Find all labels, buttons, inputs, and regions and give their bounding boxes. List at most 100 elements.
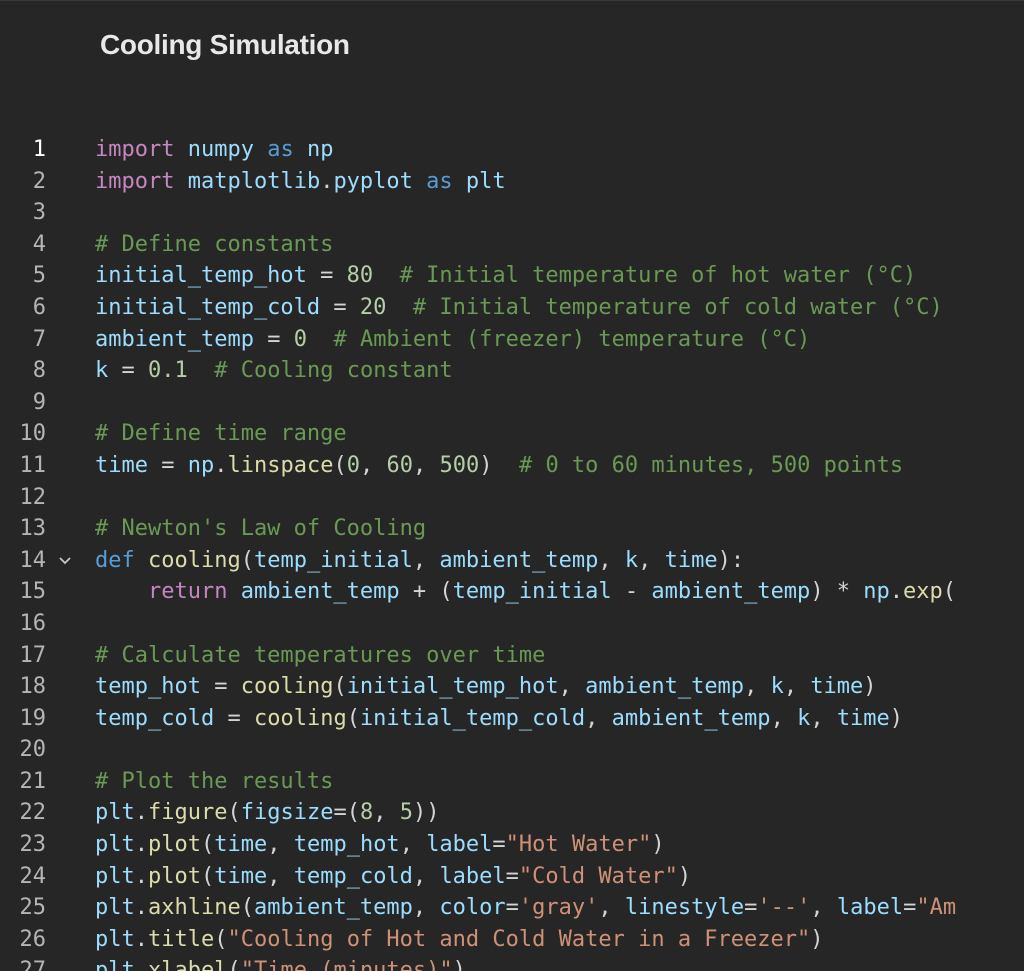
line-number: 4: [32, 231, 46, 257]
code-token: temp_hot: [293, 832, 400, 858]
code-token: 5: [399, 800, 413, 826]
code-token: ,: [412, 452, 440, 478]
code-line[interactable]: 16: [0, 608, 1024, 640]
code-text: initial_temp_hot = 80 # Initial temperat…: [95, 260, 916, 292]
code-token: # Ambient (freezer) temperature (°C): [333, 326, 811, 352]
code-token: temp_cold: [95, 705, 215, 731]
code-token: exp: [903, 579, 943, 605]
code-token: )): [412, 800, 440, 826]
code-line[interactable]: 24 plt.plot(time, temp_cold, label="Cold …: [0, 861, 1024, 893]
code-token: numpy: [187, 137, 254, 162]
code-line[interactable]: 27 plt.xlabel("Time (minutes)"): [0, 955, 1024, 971]
code-line[interactable]: 20: [0, 734, 1024, 766]
code-text: plt.plot(time, temp_hot, label="Hot Wate…: [95, 829, 665, 861]
code-token: ,: [770, 705, 798, 731]
code-token: + (: [399, 579, 453, 605]
code-token: ,: [638, 547, 665, 573]
code-line[interactable]: 12: [0, 482, 1024, 514]
code-token: # Define constants: [95, 231, 334, 257]
code-line[interactable]: 10 # Define time range: [0, 418, 1024, 450]
code-token: .: [134, 800, 148, 826]
code-token: ambient_temp: [585, 674, 745, 700]
code-editor[interactable]: 1 import numpy as np 2 import matplotlib.py…: [0, 134, 1024, 971]
code-line[interactable]: 15 return ambient_temp + (temp_initial -…: [0, 576, 1024, 608]
code-token: time: [214, 863, 268, 889]
code-line[interactable]: 8 k = 0.1 # Cooling constant: [0, 355, 1024, 387]
code-token: (: [240, 547, 254, 573]
code-line[interactable]: 5 initial_temp_hot = 80 # Initial tempera…: [0, 260, 1024, 292]
line-number: 8: [32, 358, 46, 384]
code-token: ambient_temp: [439, 547, 599, 573]
code-token: time: [810, 674, 864, 700]
code-token: color: [439, 895, 506, 921]
code-line[interactable]: 14 def cooling(temp_initial, ambient_temp…: [0, 545, 1024, 577]
code-token: initial_temp_hot: [346, 674, 559, 700]
code-token: k: [95, 358, 109, 384]
code-token: import: [95, 168, 175, 194]
code-token: time: [836, 705, 890, 731]
code-text: ambient_temp = 0 # Ambient (freezer) tem…: [95, 324, 810, 356]
code-token: # Cooling constant: [214, 358, 453, 384]
code-token: .: [134, 958, 148, 971]
code-line[interactable]: 25 plt.axhline(ambient_temp, color='gray'…: [0, 892, 1024, 924]
code-token: "Time (minutes)": [240, 958, 453, 971]
code-token: matplotlib: [187, 168, 321, 194]
code-token: linestyle: [624, 895, 745, 921]
code-text: return ambient_temp + (temp_initial - am…: [95, 576, 956, 608]
code-token: time: [214, 832, 268, 858]
code-token: ,: [359, 452, 387, 478]
code-token: ,: [744, 674, 771, 700]
code-line[interactable]: 9: [0, 387, 1024, 419]
code-token: (: [942, 579, 957, 605]
code-line[interactable]: 1 import numpy as np: [0, 134, 1024, 166]
code-token: =: [200, 674, 241, 700]
code-line[interactable]: 19 temp_cold = cooling(initial_temp_cold,…: [0, 703, 1024, 735]
line-number: 27: [19, 958, 47, 971]
code-line[interactable]: 22 plt.figure(figsize=(8, 5)): [0, 797, 1024, 829]
code-token: k: [770, 674, 784, 700]
code-line[interactable]: 18 temp_hot = cooling(initial_temp_hot, a…: [0, 671, 1024, 703]
code-token: # Define time range: [95, 421, 347, 447]
code-line[interactable]: 23 plt.plot(time, temp_hot, label="Hot Wa…: [0, 829, 1024, 861]
code-token: =(: [333, 800, 360, 826]
code-text: plt.figure(figsize=(8, 5)): [95, 797, 439, 829]
line-number: 16: [19, 610, 47, 636]
code-line[interactable]: 21 # Plot the results: [0, 766, 1024, 798]
code-token: initial_temp_cold: [359, 705, 586, 731]
code-line[interactable]: 17 # Calculate temperatures over time: [0, 640, 1024, 672]
code-token: title: [148, 926, 215, 952]
code-token: 80: [346, 263, 374, 289]
line-number: 7: [32, 326, 46, 352]
code-token: plt: [95, 800, 135, 826]
code-line[interactable]: 3: [0, 197, 1024, 229]
code-line[interactable]: 4 # Define constants: [0, 229, 1024, 261]
code-line[interactable]: 11 time = np.linspace(0, 60, 500) # 0 to …: [0, 450, 1024, 482]
code-token: np: [187, 452, 215, 478]
code-token: plt: [95, 895, 135, 921]
code-line[interactable]: 26 plt.title("Cooling of Hot and Cold Wat…: [0, 924, 1024, 956]
code-token: (: [333, 674, 347, 700]
code-token: plt: [465, 168, 506, 194]
code-token: # Initial temperature of hot water (°C): [399, 263, 917, 289]
code-line[interactable]: 13 # Newton's Law of Cooling: [0, 513, 1024, 545]
chevron-down-icon[interactable]: [56, 545, 74, 577]
code-token: ,: [810, 705, 837, 731]
code-token: 20: [359, 294, 387, 320]
code-token: "Am: [916, 895, 957, 921]
code-text: import numpy as np: [95, 134, 333, 166]
code-line[interactable]: 6 initial_temp_cold = 20 # Initial temper…: [0, 292, 1024, 324]
code-line[interactable]: 2 import matplotlib.pyplot as plt: [0, 166, 1024, 198]
code-token: ): [889, 705, 904, 731]
code-token: ): [452, 958, 466, 971]
code-text: plt.xlabel("Time (minutes)"): [95, 955, 466, 971]
code-line[interactable]: 7 ambient_temp = 0 # Ambient (freezer) te…: [0, 324, 1024, 356]
code-token: =: [108, 358, 148, 384]
code-token: ,: [267, 863, 294, 889]
code-token: (: [346, 705, 360, 731]
code-token: plt: [95, 926, 135, 952]
